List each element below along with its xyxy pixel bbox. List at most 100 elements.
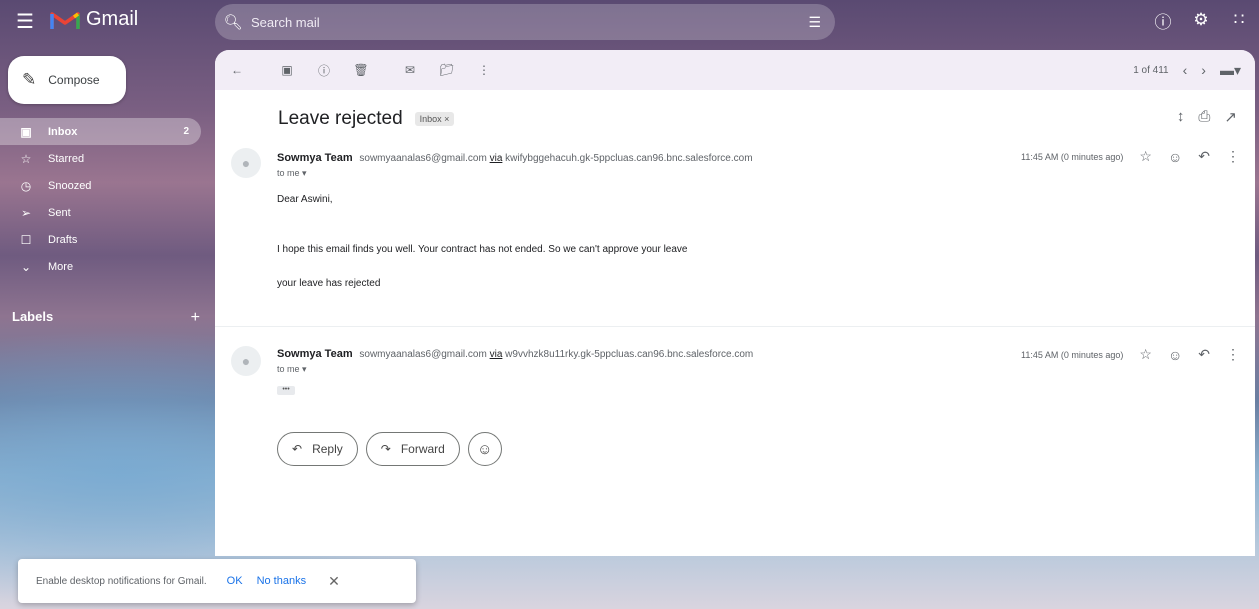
email-subject: Leave rejected	[278, 108, 403, 129]
input-tools-icon[interactable]: ▬▾	[1220, 62, 1241, 79]
chevron-down-icon: ⌄	[20, 259, 32, 274]
star-icon[interactable]: ☆	[1139, 148, 1152, 165]
message-time: 11:45 AM (0 minutes ago)	[1021, 151, 1124, 162]
report-spam-icon[interactable]: ⓘ	[314, 60, 334, 80]
show-trimmed-content-button[interactable]: •••	[277, 386, 295, 395]
forward-label: Forward	[400, 442, 445, 456]
chevron-down-icon: ▾	[302, 364, 307, 374]
search-input[interactable]	[251, 14, 791, 30]
emoji-reaction-button[interactable]: ☺	[467, 432, 502, 466]
sidebar-item-label: Snoozed	[48, 179, 92, 192]
plus-icon[interactable]: +	[191, 309, 200, 327]
more-vertical-icon[interactable]: ⋮	[474, 60, 494, 80]
desktop-notification-toast: Enable desktop notifications for Gmail. …	[18, 559, 416, 603]
star-icon: ☆	[20, 151, 32, 166]
reply-icon[interactable]: ↶	[1198, 148, 1210, 165]
pagination: 1 of 411 ‹ › ▬▾	[1133, 62, 1241, 79]
email-greeting: Dear Aswini,	[277, 194, 333, 205]
reply-button[interactable]: ↶ Reply	[277, 432, 358, 466]
subject-actions: ↕ ⎙ ↗	[1177, 108, 1237, 126]
to-me-dropdown[interactable]: to me ▾	[277, 364, 307, 375]
emoji-icon[interactable]: ☺	[1168, 347, 1182, 363]
sender-email: sowmyaanalas6@gmail.com	[359, 153, 487, 164]
via-link[interactable]: via	[490, 153, 503, 164]
gmail-m-icon	[50, 11, 80, 29]
emoji-icon: ☺	[477, 440, 493, 458]
apps-grid-icon[interactable]: ∷	[1227, 8, 1251, 32]
labels-section: Labels +	[12, 309, 200, 327]
delete-icon[interactable]: 🗑︎	[351, 60, 371, 80]
sender-name[interactable]: Sowmya Team	[277, 152, 353, 164]
sidebar-item-starred[interactable]: ☆ Starred	[0, 145, 201, 172]
emoji-icon[interactable]: ☺	[1168, 149, 1182, 165]
help-icon[interactable]: ⓘ	[1151, 8, 1175, 32]
search-options-icon[interactable]: ☰	[808, 14, 821, 31]
sidebar-item-label: Starred	[48, 152, 85, 165]
pencil-icon: ✎	[22, 70, 37, 89]
chevron-down-icon: ▾	[302, 168, 307, 178]
forward-button[interactable]: ↷ Forward	[365, 432, 460, 466]
no-thanks-button[interactable]: No thanks	[257, 575, 307, 587]
email-paragraph: your leave has rejected	[277, 278, 381, 289]
close-icon[interactable]: ✕	[328, 573, 340, 590]
compose-button[interactable]: ✎ Compose	[8, 56, 126, 104]
via-domain: kwifybggehacuh.gk-5ppcluas.can96.bnc.sal…	[505, 153, 753, 164]
print-icon[interactable]: ⎙	[1198, 108, 1210, 126]
via-link[interactable]: via	[490, 349, 503, 360]
ok-button[interactable]: OK	[227, 575, 243, 587]
search-bar: 🔍︎ ☰	[215, 4, 835, 40]
sidebar-item-more[interactable]: ⌄ More	[0, 253, 201, 280]
sidebar-item-label: Sent	[48, 206, 71, 219]
settings-icon[interactable]: ⚙	[1189, 8, 1213, 32]
labels-heading: Labels	[12, 309, 54, 324]
reply-actions: ↶ Reply ↷ Forward ☺	[277, 432, 502, 466]
message-toolbar: ← ▣ ⓘ 🗑︎ ✉ 📁︎ ⋮ 1 of 411 ‹ › ▬▾	[215, 50, 1255, 90]
forward-icon: ↷	[380, 442, 391, 456]
back-arrow-icon[interactable]: ←	[227, 60, 247, 80]
notification-text: Enable desktop notifications for Gmail.	[36, 575, 207, 587]
search-icon[interactable]: 🔍︎	[215, 13, 251, 31]
chevron-right-icon[interactable]: ›	[1201, 62, 1206, 78]
gmail-logo-text: Gmail	[86, 8, 139, 30]
sidebar-item-drafts[interactable]: ☐ Drafts	[0, 226, 201, 253]
sidebar-item-snoozed[interactable]: ◷ Snoozed	[0, 172, 201, 199]
top-bar: ☰ Gmail 🔍︎ ☰ ⓘ ⚙ ∷	[0, 0, 1259, 42]
sidebar-item-inbox[interactable]: ▣ Inbox 2	[0, 118, 201, 145]
inbox-icon: ▣	[20, 124, 32, 139]
gmail-logo[interactable]: Gmail	[50, 8, 138, 31]
open-new-window-icon[interactable]: ↗	[1224, 108, 1237, 126]
to-me-dropdown[interactable]: to me ▾	[277, 168, 307, 179]
message-meta: 11:45 AM (0 minutes ago) ☆ ☺ ↶ ⋮	[1021, 148, 1240, 165]
avatar[interactable]: ●	[231, 346, 261, 376]
to-me-label: to me	[277, 168, 300, 178]
expand-all-icon[interactable]: ↕	[1177, 108, 1185, 126]
sidebar-nav: ▣ Inbox 2 ☆ Starred ◷ Snoozed ➢ Sent ☐ D…	[0, 118, 205, 280]
clock-icon: ◷	[20, 178, 32, 193]
move-to-icon[interactable]: 📁︎	[437, 60, 457, 80]
unread-count: 2	[183, 126, 189, 137]
archive-icon[interactable]: ▣	[277, 60, 297, 80]
send-icon: ➢	[20, 205, 32, 220]
top-right-actions: ⓘ ⚙ ∷	[1151, 8, 1251, 32]
chevron-left-icon[interactable]: ‹	[1183, 62, 1188, 78]
email-paragraph: I hope this email finds you well. Your c…	[277, 244, 688, 255]
message-meta: 11:45 AM (0 minutes ago) ☆ ☺ ↶ ⋮	[1021, 346, 1240, 363]
sidebar-item-label: Inbox	[48, 125, 78, 138]
draft-icon: ☐	[20, 232, 32, 247]
reply-icon[interactable]: ↶	[1198, 346, 1210, 363]
sender-email: sowmyaanalas6@gmail.com	[359, 349, 487, 360]
sender-line: Sowmya Team sowmyaanalas6@gmail.com via …	[277, 152, 753, 164]
star-icon[interactable]: ☆	[1139, 346, 1152, 363]
more-vertical-icon[interactable]: ⋮	[1226, 346, 1240, 363]
to-me-label: to me	[277, 364, 300, 374]
more-vertical-icon[interactable]: ⋮	[1226, 148, 1240, 165]
sender-line: Sowmya Team sowmyaanalas6@gmail.com via …	[277, 348, 753, 360]
mark-unread-icon[interactable]: ✉	[400, 60, 420, 80]
avatar[interactable]: ●	[231, 148, 261, 178]
pagination-text: 1 of 411	[1133, 64, 1169, 76]
message-divider	[215, 326, 1255, 327]
sidebar-item-sent[interactable]: ➢ Sent	[0, 199, 201, 226]
sender-name[interactable]: Sowmya Team	[277, 348, 353, 360]
inbox-label-chip[interactable]: Inbox ×	[414, 112, 455, 126]
hamburger-menu-icon[interactable]: ☰	[12, 8, 38, 34]
